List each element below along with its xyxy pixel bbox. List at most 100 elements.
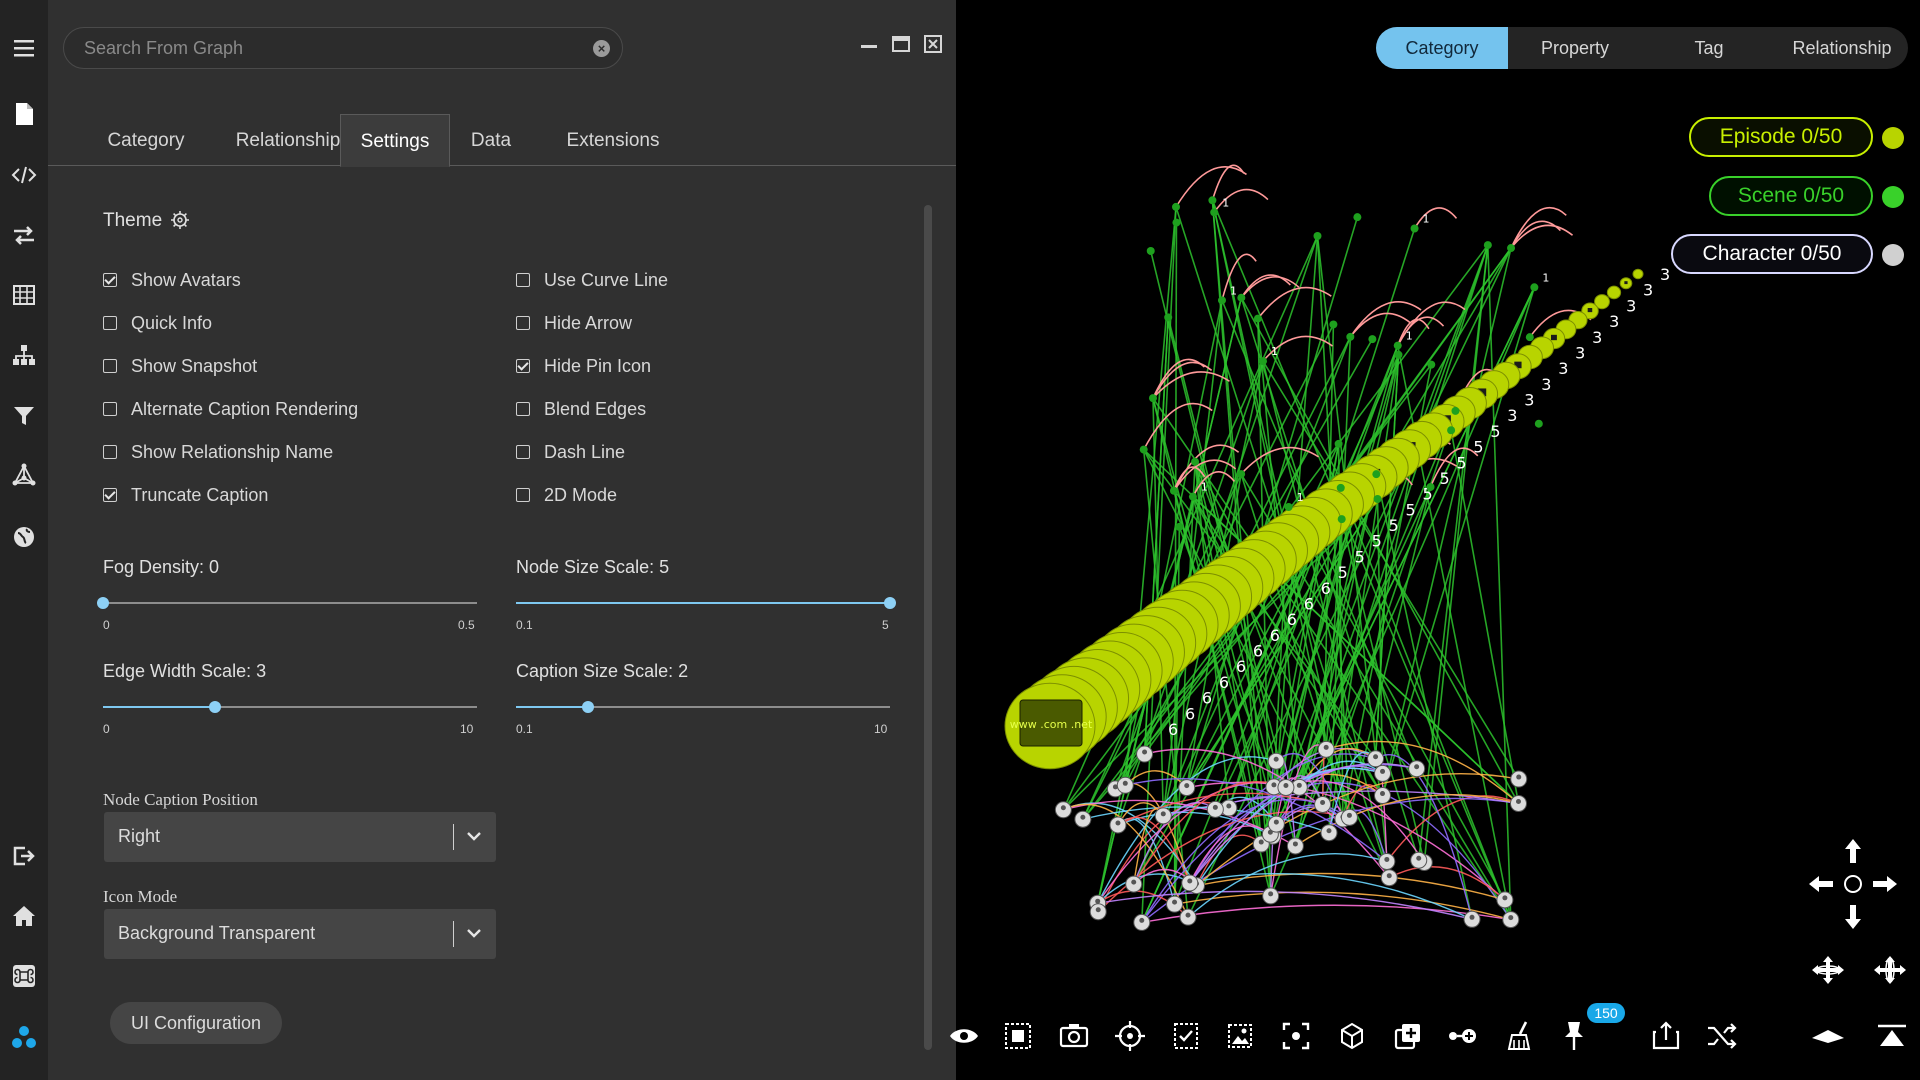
category-scene[interactable]: Scene 0/50 — [1709, 176, 1873, 216]
code-icon[interactable] — [4, 155, 44, 195]
checkbox[interactable] — [516, 316, 530, 330]
option-use-curve-line[interactable]: Use Curve Line — [516, 268, 668, 292]
option-show-avatars[interactable]: Show Avatars — [103, 268, 241, 292]
connect-icon[interactable] — [1444, 1018, 1480, 1054]
checkbox[interactable] — [516, 273, 530, 287]
scene-icon[interactable] — [1882, 186, 1904, 208]
flat-view-icon[interactable] — [1810, 1018, 1846, 1054]
graph-canvas[interactable]: www .com .net 666666666655555555553333333… — [956, 0, 1920, 1080]
hierarchy-icon[interactable] — [4, 335, 44, 375]
home-icon[interactable] — [4, 896, 44, 936]
character-avatar — [1131, 879, 1137, 885]
number-label: 6 — [1304, 594, 1314, 613]
episode-node — [1606, 285, 1622, 300]
top-view-icon[interactable] — [1874, 1018, 1910, 1054]
search-input[interactable]: Search From Graph × — [63, 27, 623, 69]
pin-icon[interactable] — [1556, 1018, 1592, 1054]
checkbox[interactable] — [103, 402, 117, 416]
globe-icon[interactable] — [4, 517, 44, 557]
scene-node — [1191, 457, 1200, 466]
checkbox[interactable] — [516, 402, 530, 416]
scene-node — [1164, 313, 1173, 322]
option-quick-info[interactable]: Quick Info — [103, 311, 212, 335]
checkbox[interactable] — [516, 445, 530, 459]
option-hide-pin-icon[interactable]: Hide Pin Icon — [516, 354, 651, 378]
option-alternate-caption[interactable]: Alternate Caption Rendering — [103, 397, 358, 421]
view-mode-relationship[interactable]: Relationship — [1776, 27, 1908, 69]
fog-density-slider[interactable] — [103, 602, 477, 604]
node-size-handle[interactable] — [884, 597, 896, 609]
option-2d-mode[interactable]: 2D Mode — [516, 483, 617, 507]
rotate-right-icon[interactable] — [1872, 952, 1908, 988]
category-character[interactable]: Character 0/50 — [1671, 234, 1873, 274]
character-avatar — [1414, 764, 1420, 770]
tab-category[interactable]: Category — [84, 114, 208, 166]
cube-icon[interactable] — [1334, 1018, 1370, 1054]
option-hide-arrow[interactable]: Hide Arrow — [516, 311, 632, 335]
episode-icon[interactable] — [1882, 127, 1904, 149]
view-mode-category[interactable]: Category — [1376, 27, 1508, 69]
checkbox[interactable] — [103, 359, 117, 373]
file-icon[interactable] — [4, 94, 44, 134]
chevron-down-icon[interactable] — [466, 925, 482, 941]
image-icon[interactable] — [1222, 1018, 1258, 1054]
shuffle-icon[interactable] — [1704, 1018, 1740, 1054]
edge-width-handle[interactable] — [209, 701, 222, 713]
checkbox[interactable] — [103, 488, 117, 502]
logout-icon[interactable] — [4, 836, 44, 876]
checkbox[interactable] — [103, 316, 117, 330]
swap-icon[interactable] — [4, 215, 44, 255]
checkbox[interactable] — [103, 445, 117, 459]
broom-icon[interactable] — [1502, 1018, 1538, 1054]
rotate-left-icon[interactable] — [1810, 952, 1846, 988]
option-dash-line[interactable]: Dash Line — [516, 440, 625, 464]
scene-label: 1 — [1230, 284, 1237, 297]
caption-size-handle[interactable] — [581, 701, 594, 713]
scene-node — [1171, 202, 1180, 211]
option-blend-edges[interactable]: Blend Edges — [516, 397, 646, 421]
copy-add-icon[interactable] — [1390, 1018, 1426, 1054]
tab-data[interactable]: Data — [450, 114, 532, 166]
table-icon[interactable] — [4, 275, 44, 315]
option-show-snapshot[interactable]: Show Snapshot — [103, 354, 257, 378]
icon-mode-select[interactable]: Background Transparent — [104, 909, 496, 959]
checkbox[interactable] — [516, 359, 530, 373]
chevron-down-icon[interactable] — [466, 828, 482, 844]
option-label: Use Curve Line — [544, 269, 669, 290]
arrow-down-icon[interactable] — [1835, 897, 1871, 933]
focus-icon[interactable] — [1278, 1018, 1314, 1054]
maximize-icon[interactable] — [890, 33, 912, 55]
target-icon[interactable] — [1112, 1018, 1148, 1054]
character-icon[interactable] — [1882, 244, 1904, 266]
view-mode-tag[interactable]: Tag — [1642, 27, 1776, 69]
command-icon[interactable] — [4, 956, 44, 996]
menu-icon[interactable] — [4, 28, 44, 68]
ui-configuration-button[interactable]: UI Configuration — [110, 1002, 282, 1044]
character-avatar — [1060, 805, 1066, 811]
tab-settings[interactable]: Settings — [340, 114, 450, 167]
node-caption-position-select[interactable]: Right — [104, 812, 496, 862]
network-icon[interactable] — [4, 455, 44, 495]
scrollbar[interactable] — [924, 205, 932, 1050]
option-truncate-caption[interactable]: Truncate Caption — [103, 483, 268, 507]
camera-icon[interactable] — [1056, 1018, 1092, 1054]
filter-icon[interactable] — [4, 396, 44, 436]
node-size-label: Node Size Scale: 5 — [516, 557, 670, 577]
eye-icon[interactable] — [946, 1018, 982, 1054]
checkbox[interactable] — [516, 488, 530, 502]
clear-search-icon[interactable]: × — [593, 40, 610, 57]
view-mode-property[interactable]: Property — [1508, 27, 1642, 69]
fog-density-handle[interactable] — [97, 597, 109, 609]
checkbox[interactable] — [103, 273, 117, 287]
category-episode[interactable]: Episode 0/50 — [1689, 117, 1873, 157]
scene-label: 1 — [1271, 345, 1278, 358]
select-box-icon[interactable] — [1000, 1018, 1036, 1054]
option-show-relationship-name[interactable]: Show Relationship Name — [103, 440, 333, 464]
app-logo-icon[interactable] — [4, 1018, 44, 1058]
minimize-icon[interactable] — [858, 33, 880, 55]
tab-extensions[interactable]: Extensions — [538, 114, 688, 166]
gear-icon[interactable] — [170, 210, 190, 230]
checklist-icon[interactable] — [1168, 1018, 1204, 1054]
export-icon[interactable] — [1648, 1018, 1684, 1054]
close-window-icon[interactable] — [922, 33, 944, 55]
